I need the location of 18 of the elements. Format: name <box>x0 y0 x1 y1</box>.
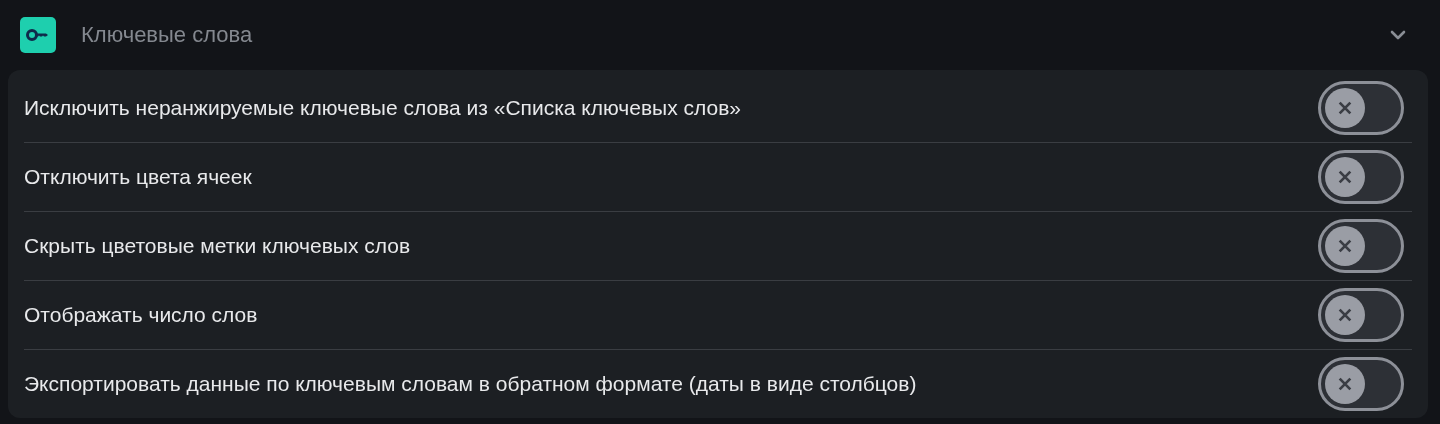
cross-icon <box>1337 376 1353 392</box>
section-title: Ключевые слова <box>81 22 254 48</box>
cross-icon <box>1337 307 1353 323</box>
toggle-switch[interactable] <box>1318 81 1404 135</box>
chevron-icon[interactable] <box>1390 30 1406 40</box>
toggle-switch[interactable] <box>1318 357 1404 411</box>
toggle-switch[interactable] <box>1318 288 1404 342</box>
cross-icon <box>1337 238 1353 254</box>
setting-label: Исключить неранжируемые ключевые слова из «Списка ключевых слов» <box>24 96 741 120</box>
toggle-switch[interactable] <box>1318 219 1404 273</box>
cross-icon <box>1337 169 1353 185</box>
key-icon <box>20 17 56 53</box>
setting-label: Отключить цвета ячеек <box>24 165 252 189</box>
setting-label: Скрыть цветовые метки ключевых слов <box>24 234 411 258</box>
cross-icon <box>1337 100 1353 116</box>
setting-label: Отображать число слов <box>24 303 258 327</box>
setting-label: Экспортировать данные по ключевым словам в обратном формате (даты в виде столбцов) <box>24 372 917 396</box>
toggle-switch[interactable] <box>1318 150 1404 204</box>
